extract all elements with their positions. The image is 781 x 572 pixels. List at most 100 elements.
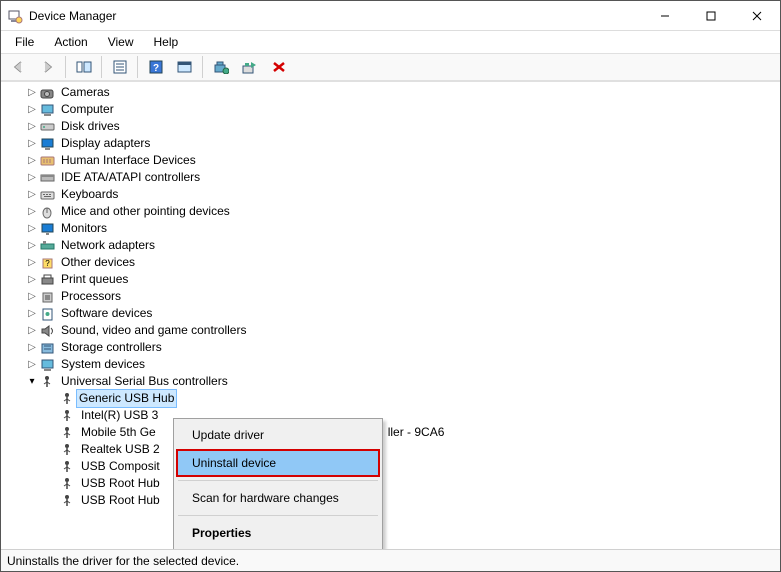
dev-realtek-usb2[interactable]: ▷Realtek USB 2 [5,441,780,458]
close-button[interactable] [734,1,780,31]
display-icon [40,136,56,152]
ctx-scan-hardware[interactable]: Scan for hardware changes [176,484,380,512]
dev-intel-usb3[interactable]: ▷Intel(R) USB 3 [5,407,780,424]
network-icon [40,238,56,254]
chevron-right-icon[interactable]: ▷ [25,171,39,185]
svg-text:?: ? [152,63,158,74]
uninstall-button[interactable] [266,55,291,79]
properties-button[interactable] [107,55,132,79]
computer-icon [40,102,56,118]
statusbar: Uninstalls the driver for the selected d… [1,549,780,571]
dev-generic-usb-hub[interactable]: ▷Generic USB Hub [5,390,780,407]
cat-software[interactable]: ▷Software devices [5,305,780,322]
chevron-down-icon[interactable]: ▾ [25,375,39,389]
cat-monitors[interactable]: ▷Monitors [5,220,780,237]
help-button[interactable]: ? [143,55,168,79]
disk-icon [40,119,56,135]
titlebar: Device Manager [1,1,780,31]
storage-icon [40,340,56,356]
menu-file[interactable]: File [7,33,42,51]
chevron-right-icon[interactable]: ▷ [25,137,39,151]
chevron-right-icon[interactable]: ▷ [25,239,39,253]
keyboard-icon [40,187,56,203]
app-icon [7,8,23,24]
chevron-right-icon[interactable]: ▷ [25,154,39,168]
show-hide-console-button[interactable] [71,55,96,79]
dev-usb-root-hub-2[interactable]: ▷USB Root Hub [5,492,780,509]
cat-cameras[interactable]: ▷Cameras [5,84,780,101]
status-text: Uninstalls the driver for the selected d… [7,554,239,568]
chevron-right-icon[interactable]: ▷ [25,188,39,202]
chevron-right-icon[interactable]: ▷ [25,307,39,321]
menu-view[interactable]: View [100,33,142,51]
update-driver-button[interactable] [208,55,233,79]
toolbar: ? [1,53,780,81]
minimize-button[interactable] [642,1,688,31]
chevron-right-icon[interactable]: ▷ [25,222,39,236]
system-icon [40,357,56,373]
forward-button[interactable] [35,55,60,79]
chevron-right-icon[interactable]: ▷ [25,256,39,270]
dev-usb-composite[interactable]: ▷USB Composit [5,458,780,475]
usb-device-icon [60,459,76,475]
speaker-icon [40,323,56,339]
cat-disk[interactable]: ▷Disk drives [5,118,780,135]
cat-processors[interactable]: ▷Processors [5,288,780,305]
chevron-right-icon[interactable]: ▷ [25,205,39,219]
show-hidden-button[interactable] [172,55,197,79]
chevron-right-icon[interactable]: ▷ [25,358,39,372]
cat-usb[interactable]: ▾Universal Serial Bus controllers [5,373,780,390]
camera-icon [40,85,56,101]
menu-help[interactable]: Help [146,33,187,51]
menu-action[interactable]: Action [46,33,95,51]
usb-device-icon [60,493,76,509]
chevron-right-icon[interactable]: ▷ [25,86,39,100]
cpu-icon [40,289,56,305]
usb-device-icon [60,442,76,458]
cat-display[interactable]: ▷Display adapters [5,135,780,152]
mouse-icon [40,204,56,220]
chevron-right-icon[interactable]: ▷ [25,341,39,355]
ctx-separator [178,515,378,516]
usb-device-icon [60,408,76,424]
chevron-right-icon[interactable]: ▷ [25,273,39,287]
usb-device-icon [60,476,76,492]
cat-sound[interactable]: ▷Sound, video and game controllers [5,322,780,339]
cat-network[interactable]: ▷Network adapters [5,237,780,254]
cat-keyboards[interactable]: ▷Keyboards [5,186,780,203]
ctx-uninstall-device[interactable]: Uninstall device [176,449,380,477]
svg-text:?: ? [45,259,50,268]
usb-device-icon [60,391,76,407]
other-icon: ? [40,255,56,271]
cat-hid[interactable]: ▷Human Interface Devices [5,152,780,169]
usb-device-icon [60,425,76,441]
menubar: File Action View Help [1,31,780,53]
cat-ide[interactable]: ▷IDE ATA/ATAPI controllers [5,169,780,186]
device-tree[interactable]: ▷Cameras ▷Computer ▷Disk drives ▷Display… [1,82,780,549]
chevron-right-icon[interactable]: ▷ [25,103,39,117]
back-button[interactable] [6,55,31,79]
chevron-right-icon[interactable]: ▷ [25,324,39,338]
cat-storage[interactable]: ▷Storage controllers [5,339,780,356]
chevron-right-icon[interactable]: ▷ [25,290,39,304]
window-title: Device Manager [29,9,116,23]
cat-mice[interactable]: ▷Mice and other pointing devices [5,203,780,220]
cat-print[interactable]: ▷Print queues [5,271,780,288]
ctx-separator [178,480,378,481]
scan-hardware-button[interactable] [237,55,262,79]
ide-icon [40,170,56,186]
chevron-right-icon[interactable]: ▷ [25,120,39,134]
dev-mobile-5th[interactable]: ▷Mobile 5th Geller - 9CA6 [5,424,780,441]
cat-other[interactable]: ▷?Other devices [5,254,780,271]
content-pane: ▷Cameras ▷Computer ▷Disk drives ▷Display… [1,81,780,549]
monitor-icon [40,221,56,237]
maximize-button[interactable] [688,1,734,31]
cat-computer[interactable]: ▷Computer [5,101,780,118]
dev-usb-root-hub-1[interactable]: ▷USB Root Hub [5,475,780,492]
ctx-properties[interactable]: Properties [176,519,380,547]
device-manager-window: Device Manager File Action View Help ? ▷… [0,0,781,572]
printer-icon [40,272,56,288]
cat-system[interactable]: ▷System devices [5,356,780,373]
software-icon [40,306,56,322]
ctx-update-driver[interactable]: Update driver [176,421,380,449]
